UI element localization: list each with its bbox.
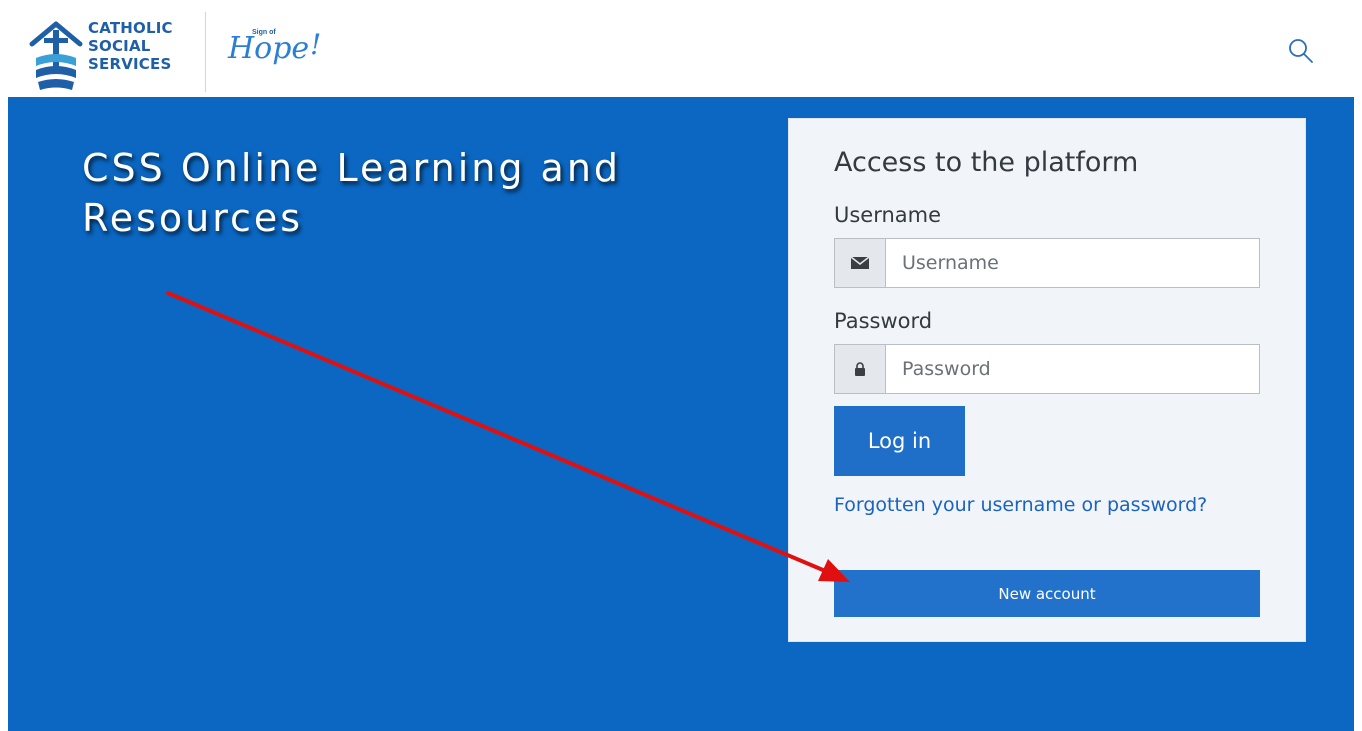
- org-name-line1: CATHOLIC: [88, 19, 173, 37]
- hero-banner: CSS Online Learning and Resources Access…: [8, 97, 1354, 731]
- site-header: CATHOLIC SOCIAL SERVICES Sign of Hope !: [0, 8, 1362, 97]
- sign-of-hope-logo: Sign of Hope !: [227, 28, 321, 66]
- login-card: Access to the platform Username Password…: [788, 118, 1306, 642]
- username-label: Username: [834, 203, 942, 227]
- username-input[interactable]: [886, 239, 1259, 287]
- password-input[interactable]: [886, 345, 1259, 393]
- lock-icon: [835, 345, 886, 393]
- org-name-line3: SERVICES: [88, 55, 172, 73]
- login-card-title: Access to the platform: [834, 147, 1139, 178]
- username-input-group: [834, 238, 1260, 288]
- new-account-button[interactable]: New account: [834, 570, 1260, 617]
- hope-mark: !: [310, 28, 321, 61]
- search-icon[interactable]: [1286, 36, 1316, 66]
- login-button[interactable]: Log in: [834, 406, 965, 476]
- hope-text: Hope: [227, 31, 309, 66]
- org-name-line2: SOCIAL: [88, 37, 151, 55]
- logo-divider: [205, 12, 206, 92]
- catholic-social-services-logo-icon[interactable]: [28, 14, 84, 94]
- org-name: CATHOLIC SOCIAL SERVICES: [88, 19, 173, 73]
- password-input-group: [834, 344, 1260, 394]
- envelope-icon: [835, 239, 886, 287]
- page-title: CSS Online Learning and Resources: [82, 146, 622, 240]
- forgot-password-link[interactable]: Forgotten your username or password?: [834, 488, 1254, 522]
- password-label: Password: [834, 309, 933, 333]
